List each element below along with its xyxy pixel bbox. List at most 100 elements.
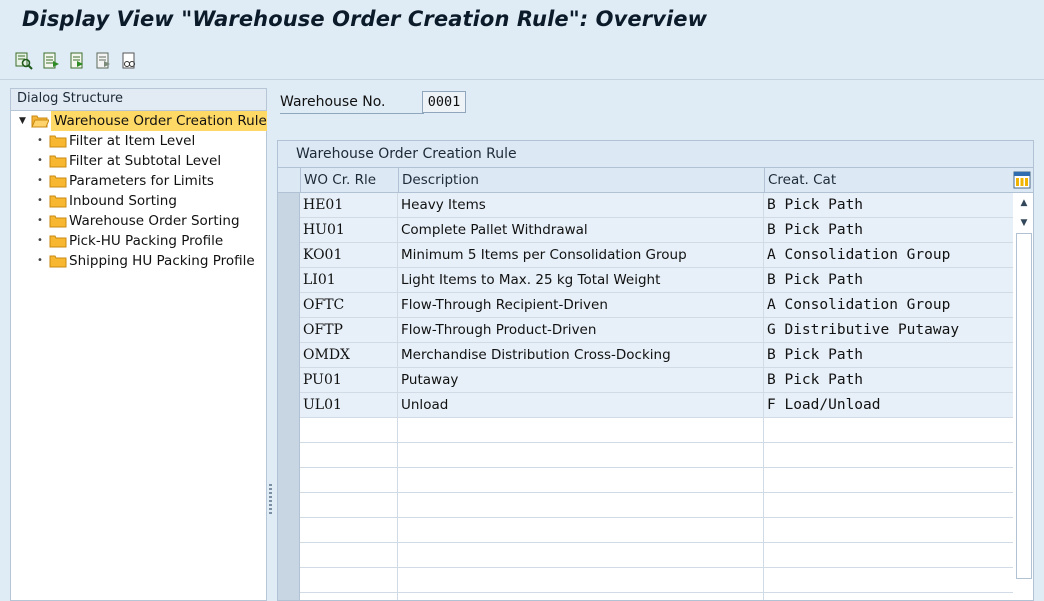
scroll-up-icon[interactable]: ▲	[1018, 197, 1030, 209]
tree-node-label: Inbound Sorting	[69, 193, 177, 209]
tree-node-warehouse-order-sorting[interactable]: • Warehouse Order Sorting	[11, 211, 266, 231]
cell-creat-cat: B Pick Path	[764, 193, 1013, 217]
tree-node-label: Parameters for Limits	[69, 173, 214, 189]
empty-cell	[398, 568, 764, 592]
splitter-grip	[269, 484, 272, 486]
tree-node-label: Filter at Subtotal Level	[69, 153, 222, 169]
empty-table-row[interactable]	[278, 468, 1013, 493]
tree-bullet: •	[37, 235, 43, 246]
rules-table: Warehouse Order Creation Rule WO Cr. Rle…	[277, 140, 1034, 601]
tree-node-shipping-hu-packing-profile[interactable]: • Shipping HU Packing Profile	[11, 251, 266, 271]
tree-node-warehouse-order-creation-rule[interactable]: ▼ Warehouse Order Creation Rule	[11, 111, 270, 131]
empty-cell	[398, 518, 764, 542]
splitter-grip	[269, 508, 272, 510]
tree-bullet: •	[37, 175, 43, 186]
cell-wo-cr-rle: HU01	[300, 218, 398, 242]
table-row[interactable]: HE01 Heavy Items B Pick Path	[278, 193, 1013, 218]
table-row[interactable]: HU01 Complete Pallet Withdrawal B Pick P…	[278, 218, 1013, 243]
folder-icon	[49, 255, 67, 268]
splitter-grip	[269, 488, 272, 490]
panel-splitter[interactable]	[267, 88, 276, 601]
cell-wo-cr-rle: HE01	[300, 193, 398, 217]
folder-icon	[49, 175, 67, 188]
tree-node-inbound-sorting[interactable]: • Inbound Sorting	[11, 191, 266, 211]
details-icon[interactable]	[42, 52, 60, 70]
tree-node-parameters-for-limits[interactable]: • Parameters for Limits	[11, 171, 266, 191]
empty-table-row[interactable]	[278, 593, 1013, 600]
next-entry-icon[interactable]	[94, 52, 112, 70]
row-selector[interactable]	[278, 343, 300, 368]
row-selector[interactable]	[278, 218, 300, 243]
table-settings-icon[interactable]	[1013, 171, 1031, 189]
print-icon[interactable]	[120, 52, 138, 70]
cell-wo-cr-rle: UL01	[300, 393, 398, 417]
cell-description: Heavy Items	[398, 193, 764, 217]
empty-table-row[interactable]	[278, 443, 1013, 468]
find-icon[interactable]	[15, 52, 33, 70]
table-row[interactable]: OFTC Flow-Through Recipient-Driven A Con…	[278, 293, 1013, 318]
expand-triangle-icon[interactable]: ▼	[19, 111, 26, 131]
row-selector[interactable]	[278, 268, 300, 293]
empty-table-row[interactable]	[278, 493, 1013, 518]
empty-cell	[300, 568, 398, 592]
tree-node-filter-item-level[interactable]: • Filter at Item Level	[11, 131, 266, 151]
empty-table-row[interactable]	[278, 418, 1013, 443]
row-selector[interactable]	[278, 318, 300, 343]
row-selector[interactable]	[278, 293, 300, 318]
tree-bullet: •	[37, 195, 43, 206]
title-bar: Display View "Warehouse Order Creation R…	[0, 0, 1044, 42]
cell-description: Light Items to Max. 25 kg Total Weight	[398, 268, 764, 292]
empty-cell	[300, 468, 398, 492]
folder-icon	[49, 135, 67, 148]
empty-cell	[398, 418, 764, 442]
cell-creat-cat: A Consolidation Group	[764, 293, 1013, 317]
folder-icon	[49, 215, 67, 228]
cell-description: Putaway	[398, 368, 764, 392]
scroll-down-icon[interactable]: ▼	[1018, 217, 1030, 229]
tree-node-label: Pick-HU Packing Profile	[69, 233, 224, 249]
warehouse-no-field[interactable]: 0001	[422, 91, 466, 113]
row-selector[interactable]	[278, 393, 300, 418]
row-selector[interactable]	[278, 368, 300, 393]
empty-table-row[interactable]	[278, 518, 1013, 543]
empty-cell	[398, 543, 764, 567]
tree-node-filter-subtotal-level[interactable]: • Filter at Subtotal Level	[11, 151, 266, 171]
cell-creat-cat: B Pick Path	[764, 343, 1013, 367]
row-selector[interactable]	[278, 568, 300, 593]
row-selector[interactable]	[278, 593, 300, 600]
previous-entry-icon[interactable]	[68, 52, 86, 70]
row-selector[interactable]	[278, 243, 300, 268]
empty-cell	[398, 443, 764, 467]
cell-description: Flow-Through Product-Driven	[398, 318, 764, 342]
table-row[interactable]: OFTP Flow-Through Product-Driven G Distr…	[278, 318, 1013, 343]
empty-cell	[398, 493, 764, 517]
row-selector[interactable]	[278, 468, 300, 493]
column-header-description[interactable]: Description	[398, 168, 764, 192]
table-row[interactable]: PU01 Putaway B Pick Path	[278, 368, 1013, 393]
empty-table-row[interactable]	[278, 543, 1013, 568]
splitter-grip	[269, 496, 272, 498]
row-selector[interactable]	[278, 543, 300, 568]
column-header-wo-cr-rle[interactable]: WO Cr. Rle	[300, 168, 398, 192]
scrollbar-track[interactable]	[1016, 233, 1032, 579]
cell-description: Unload	[398, 393, 764, 417]
empty-table-row[interactable]	[278, 568, 1013, 593]
column-header-creat-cat[interactable]: Creat. Cat	[764, 168, 1013, 192]
row-selector[interactable]	[278, 493, 300, 518]
splitter-grip	[269, 512, 272, 514]
tree-node-label: Filter at Item Level	[69, 133, 196, 149]
vertical-scrollbar[interactable]: ▲ ▼	[1014, 193, 1033, 600]
table-row[interactable]: KO01 Minimum 5 Items per Consolidation G…	[278, 243, 1013, 268]
empty-cell	[398, 468, 764, 492]
application-toolbar	[0, 42, 1044, 80]
row-selector[interactable]	[278, 418, 300, 443]
row-selector[interactable]	[278, 193, 300, 218]
table-row[interactable]: OMDX Merchandise Distribution Cross-Dock…	[278, 343, 1013, 368]
row-selector[interactable]	[278, 518, 300, 543]
splitter-grip	[269, 492, 272, 494]
tree-node-pick-hu-packing-profile[interactable]: • Pick-HU Packing Profile	[11, 231, 266, 251]
table-body: HE01 Heavy Items B Pick Path HU01 Comple…	[278, 193, 1013, 600]
table-row[interactable]: LI01 Light Items to Max. 25 kg Total Wei…	[278, 268, 1013, 293]
table-row[interactable]: UL01 Unload F Load/Unload	[278, 393, 1013, 418]
row-selector[interactable]	[278, 443, 300, 468]
